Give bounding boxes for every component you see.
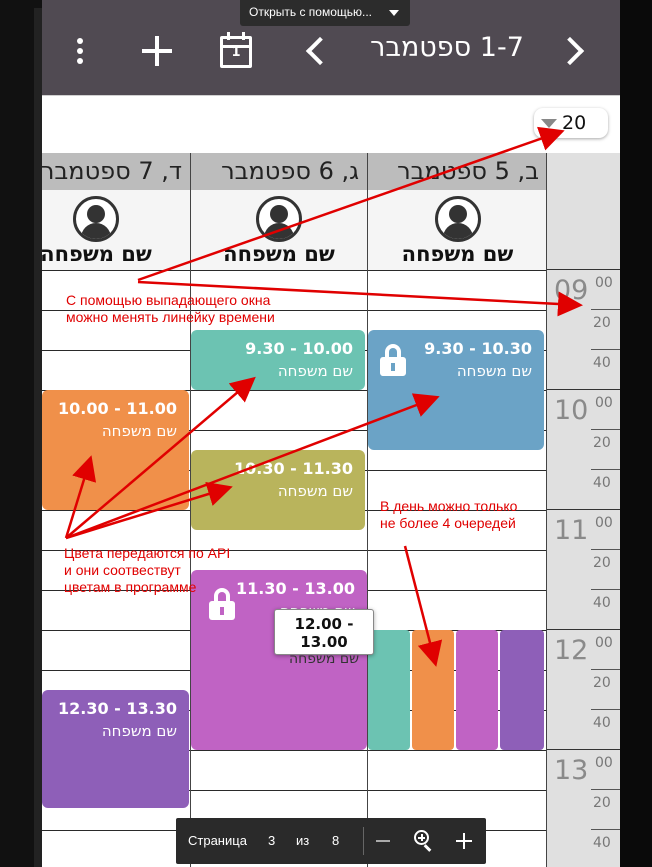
avatar-icon bbox=[434, 196, 481, 242]
annotation-queue-note: В день можно только не более 4 очередей bbox=[380, 498, 518, 531]
appointment-name: שם משפחה bbox=[101, 722, 177, 740]
minute-label: 00 bbox=[595, 755, 613, 771]
page-total: 8 bbox=[332, 833, 340, 848]
chevron-left-icon[interactable] bbox=[304, 34, 328, 68]
minute-label: 00 bbox=[595, 395, 613, 411]
minute-label: 40 bbox=[593, 715, 611, 731]
plus-icon[interactable] bbox=[456, 833, 472, 849]
appointment-name: שם משפחה bbox=[277, 362, 353, 380]
appointment-time: 10.30 - 11.30 bbox=[234, 459, 353, 478]
hour-label: 09 bbox=[554, 275, 589, 306]
minute-label: 00 bbox=[595, 515, 613, 531]
day-header-5[interactable]: ב, 5 ספטמבר bbox=[368, 153, 547, 190]
minute-label: 00 bbox=[595, 635, 613, 651]
minute-label: 40 bbox=[593, 475, 611, 491]
appointment-time: 12.30 - 13.30 bbox=[58, 699, 177, 718]
day-header-6[interactable]: ג, 6 ספטמבר bbox=[191, 153, 367, 190]
hour-label: 13 bbox=[554, 755, 589, 786]
dropdown-triangle-icon[interactable] bbox=[541, 119, 557, 128]
zoom-out-icon[interactable] bbox=[376, 840, 390, 842]
resource-name: שם משפחה bbox=[401, 242, 514, 266]
appointment-tooltip: 12.00 - 13.00 שם משפחה bbox=[274, 609, 374, 667]
calendar-icon[interactable]: 1 bbox=[218, 30, 254, 70]
page-current[interactable]: 3 bbox=[268, 833, 275, 848]
annotation-colors-note: Цвета передаются по API и они соотвеству… bbox=[64, 545, 231, 595]
avatar-icon bbox=[256, 196, 302, 242]
minute-label: 20 bbox=[593, 795, 611, 811]
minute-label: 40 bbox=[593, 595, 611, 611]
day-header-7[interactable]: ד, 7 ספטמבר bbox=[42, 153, 190, 190]
stacked-appointment-1[interactable] bbox=[368, 630, 410, 750]
time-interval-value: 20 bbox=[562, 112, 587, 134]
add-appointment-button[interactable] bbox=[140, 34, 174, 68]
minute-label: 40 bbox=[593, 835, 611, 851]
minute-label: 40 bbox=[593, 355, 611, 371]
tooltip-time: 12.00 - 13.00 bbox=[294, 615, 354, 651]
avatar-icon bbox=[73, 196, 119, 242]
open-with-label: Открыть с помощью... bbox=[249, 5, 373, 19]
resource-name: שם משפחה bbox=[42, 242, 152, 266]
tooltip-name: שם משפחה bbox=[288, 651, 360, 667]
appointment-name: שם משפחה bbox=[101, 422, 177, 440]
appointment-block[interactable]: 10.30 - 11.30 שם משפחה bbox=[191, 450, 365, 530]
hour-label: 10 bbox=[554, 395, 589, 426]
dropdown-arrow-icon bbox=[389, 10, 399, 16]
appointment-time: 10.00 - 11.00 bbox=[58, 399, 177, 418]
appointment-block[interactable]: 12.30 - 13.30 שם משפחה bbox=[42, 690, 189, 808]
appointment-time: 9.30 - 10.00 bbox=[245, 339, 353, 358]
appointment-block[interactable]: 10.00 - 11.00 שם משפחה bbox=[42, 390, 189, 510]
time-interval-select[interactable]: 20 bbox=[534, 108, 608, 138]
appointment-block[interactable]: 9.30 - 10.00 שם משפחה bbox=[191, 330, 365, 390]
appointment-name: שם משפחה bbox=[277, 482, 353, 500]
resource-name: שם משפחה bbox=[223, 242, 335, 266]
stacked-appointment-4[interactable] bbox=[500, 630, 544, 750]
stacked-appointment-3[interactable] bbox=[456, 630, 498, 750]
resource-cell-5: שם משפחה bbox=[368, 190, 547, 270]
appointment-block[interactable]: 9.30 - 10.30 שם משפחה bbox=[368, 330, 544, 450]
resource-cell-6: שם משפחה bbox=[191, 190, 367, 270]
open-with-button[interactable]: Открыть с помощью... bbox=[240, 0, 410, 26]
lock-icon bbox=[380, 344, 406, 376]
calendar-app: 1 1-7 ספטמבר 20 ב, 5 ספטמבר ג, 6 ספטמבר … bbox=[42, 0, 620, 867]
hour-label: 12 bbox=[554, 635, 589, 666]
annotation-interval-note: С помощью выпадающего окна можно менять … bbox=[66, 292, 275, 325]
pdf-pager: Страница 3 из 8 bbox=[176, 818, 486, 864]
today-day-number: 1 bbox=[231, 45, 241, 60]
minute-label: 20 bbox=[593, 315, 611, 331]
minute-label: 20 bbox=[593, 555, 611, 571]
week-range-title: 1-7 ספטמבר bbox=[370, 32, 524, 63]
minute-label: 20 bbox=[593, 675, 611, 691]
minute-label: 20 bbox=[593, 435, 611, 451]
time-axis: 09 00 20 40 10 00 20 40 11 00 20 40 12 0… bbox=[547, 153, 620, 867]
resource-cell-7: שם משפחה bbox=[42, 190, 190, 270]
hour-label: 11 bbox=[554, 515, 589, 546]
chevron-right-icon[interactable] bbox=[560, 34, 584, 68]
viewer-right-frame bbox=[620, 0, 652, 867]
of-label: из bbox=[296, 833, 310, 848]
minute-label: 00 bbox=[595, 275, 613, 291]
page-label: Страница bbox=[188, 833, 247, 848]
stacked-appointment-2[interactable] bbox=[412, 630, 454, 750]
zoom-in-icon[interactable] bbox=[414, 830, 434, 852]
viewer-left-frame bbox=[0, 0, 42, 867]
kebab-icon[interactable] bbox=[75, 38, 85, 68]
